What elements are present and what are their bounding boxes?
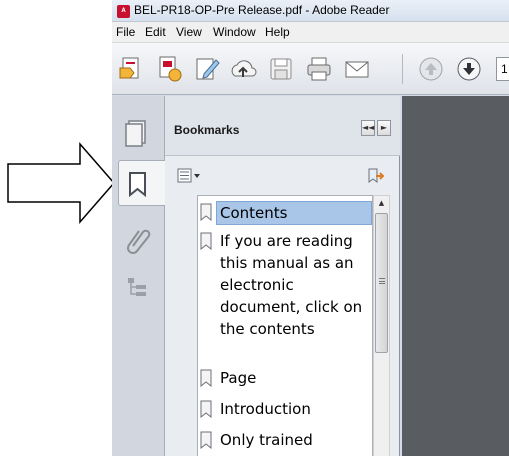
bookmarks-tree: Contents If you are reading this manual … (197, 195, 373, 456)
scrollbar-grip-icon (379, 278, 385, 284)
page-number-input[interactable]: 1 (496, 57, 509, 81)
create-pdf-icon (119, 57, 139, 79)
email-button[interactable] (342, 54, 372, 84)
screenshot-root: ᴬ BEL-PR18-OP-Pre Release.pdf - Adobe Re… (0, 0, 509, 456)
bookmarks-panel: Bookmarks ◄◄ ► Contents If you are readi… (165, 96, 400, 456)
page-thumbnails-icon (125, 120, 146, 147)
page-thumbnails-button[interactable] (118, 110, 158, 156)
window-title: BEL-PR18-OP-Pre Release.pdf - Adobe Read… (134, 3, 390, 17)
save-button[interactable] (266, 54, 296, 84)
bookmark-label: Only trained (220, 431, 313, 449)
bookmark-icon (200, 232, 212, 250)
bookmark-label: Page (220, 369, 257, 387)
bookmark-label: Contents (216, 201, 372, 225)
combine-files-button[interactable] (154, 54, 184, 84)
adobe-reader-icon: ᴬ (117, 5, 130, 18)
bookmark-label: Introduction (220, 400, 311, 418)
edit-sign-icon (196, 58, 220, 80)
bookmarks-button[interactable] (118, 160, 166, 206)
upload-cloud-icon (231, 60, 257, 77)
scrollbar-thumb[interactable] (375, 213, 388, 353)
expand-bookmark-button[interactable] (367, 167, 385, 185)
bookmark-icon (200, 203, 212, 221)
combine-files-icon (159, 56, 182, 82)
next-page-icon (457, 57, 481, 81)
scroll-up-arrow-icon[interactable]: ▲ (374, 196, 389, 211)
close-panel-button[interactable]: ► (377, 120, 391, 136)
print-button[interactable] (304, 54, 334, 84)
expand-bookmark-icon (368, 168, 385, 183)
toolbar-separator (402, 54, 403, 84)
title-bar: ᴬ BEL-PR18-OP-Pre Release.pdf - Adobe Re… (112, 0, 509, 22)
options-menu-icon (177, 168, 200, 183)
next-page-button[interactable] (454, 54, 484, 84)
menu-help[interactable]: Help (265, 25, 290, 39)
attachments-button[interactable] (118, 216, 158, 262)
email-icon (345, 61, 369, 78)
bookmarks-scrollbar[interactable]: ▲ (373, 195, 390, 456)
menu-view[interactable]: View (176, 25, 202, 39)
previous-page-button[interactable] (416, 54, 446, 84)
main-toolbar: 1 (112, 43, 509, 95)
menu-window[interactable]: Window (213, 25, 256, 39)
bookmarks-icon (129, 172, 146, 198)
edit-sign-button[interactable] (192, 54, 222, 84)
bookmark-icon (200, 431, 212, 449)
layers-button[interactable] (118, 266, 158, 312)
pointing-arrow-icon (7, 142, 115, 224)
menu-edit[interactable]: Edit (145, 25, 166, 39)
bookmarks-panel-header: Bookmarks ◄◄ ► (165, 96, 400, 156)
layers-icon (128, 278, 146, 296)
navigation-pane (112, 96, 166, 456)
options-menu-button[interactable] (177, 168, 203, 184)
bookmarks-toolbar (165, 158, 400, 186)
menu-bar: File Edit View Window Help (112, 22, 509, 43)
attachments-icon (127, 229, 151, 254)
bookmarks-tree-container: Contents If you are reading this manual … (169, 194, 396, 456)
create-pdf-button[interactable] (116, 54, 146, 84)
print-icon (307, 57, 331, 81)
upload-cloud-button[interactable] (228, 54, 258, 84)
document-view[interactable] (402, 96, 509, 456)
bookmark-icon (200, 400, 212, 418)
menu-file[interactable]: File (116, 25, 135, 39)
bookmark-icon (200, 369, 212, 387)
collapse-panel-button[interactable]: ◄◄ (361, 120, 375, 136)
bookmarks-panel-title: Bookmarks (174, 123, 240, 137)
previous-page-icon (419, 57, 443, 81)
adobe-reader-window: ᴬ BEL-PR18-OP-Pre Release.pdf - Adobe Re… (112, 0, 509, 456)
save-icon (270, 58, 292, 80)
bookmark-label: If you are reading this manual as an ele… (220, 232, 363, 338)
